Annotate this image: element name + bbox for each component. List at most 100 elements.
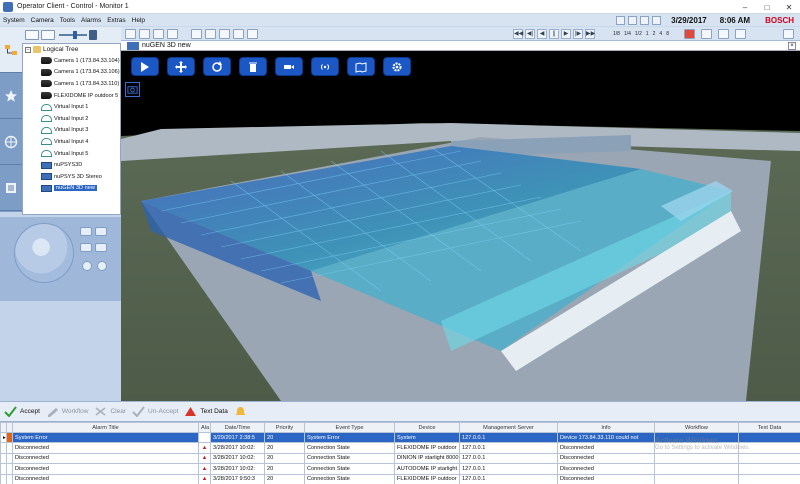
select-button[interactable] <box>131 57 159 76</box>
iris-open-button[interactable] <box>82 261 92 271</box>
tree-item[interactable]: Virtual Input 4 <box>23 136 120 148</box>
tree-item[interactable]: nuPSYS3D <box>23 159 120 171</box>
camera-view-button-3d[interactable] <box>275 57 303 76</box>
layout-4-button[interactable] <box>167 29 178 39</box>
text-data-button[interactable]: Text Data <box>184 406 228 417</box>
camera-view-button[interactable] <box>25 30 39 40</box>
tree-item[interactable]: Camera 1 (173.84.33.106) <box>23 67 120 79</box>
col-info[interactable]: Info <box>557 422 655 433</box>
network-status-icon[interactable] <box>616 15 626 25</box>
col-text-data[interactable]: Text Data <box>738 422 800 433</box>
close-window-button[interactable]: ✕ <box>778 0 800 14</box>
col-alarm-title[interactable]: Alarm Title <box>12 422 199 433</box>
rotate-button[interactable] <box>203 57 231 76</box>
col-alarm-image[interactable]: Ala <box>198 422 211 433</box>
tab-ptz[interactable] <box>0 119 22 165</box>
step-forward-button[interactable]: |▶ <box>573 29 583 39</box>
tree-item[interactable]: Camera 1 (173.84.33.104) <box>23 55 120 67</box>
step-back-button[interactable]: ◀| <box>525 29 535 39</box>
clear-button[interactable]: Clear <box>94 406 126 417</box>
layout-2-button[interactable] <box>139 29 150 39</box>
user-status-icon[interactable] <box>640 15 650 25</box>
col-management-server[interactable]: Management Server <box>459 422 558 433</box>
close-icon[interactable]: × <box>788 41 796 50</box>
tree-item[interactable]: Camera 1 (173.84.33.110) <box>23 78 120 90</box>
table-row[interactable]: Disconnected ▲ 3/28/2017 9:50:3 20 Conne… <box>0 473 800 484</box>
maximize-button[interactable]: □ <box>756 0 778 14</box>
snapshot-toggle[interactable] <box>125 82 140 97</box>
layout-3-button[interactable] <box>153 29 164 39</box>
table-row[interactable]: Disconnected ▲ 3/28/2017 10:02: 20 Conne… <box>0 463 800 475</box>
playback-speed-scale[interactable]: 1/8 1/4 1/2 1 2 4 8 <box>613 29 669 39</box>
iris-close-button[interactable] <box>97 261 107 271</box>
ptz-joystick[interactable] <box>14 223 74 283</box>
focus-far-button[interactable] <box>95 243 107 252</box>
play-button[interactable]: ▶ <box>561 29 571 39</box>
broadcast-icon <box>320 63 330 70</box>
menu-camera[interactable]: Camera <box>28 17 57 24</box>
zoom-out-button[interactable] <box>95 227 107 236</box>
pause-button[interactable]: || <box>549 29 559 39</box>
tab-favorites[interactable] <box>0 73 22 119</box>
table-row[interactable]: Disconnected ▲ 3/28/2017 10:02: 20 Conne… <box>0 452 800 465</box>
print-button[interactable] <box>191 29 202 39</box>
pane-settings-button[interactable] <box>718 29 729 39</box>
col-date-time[interactable]: Date/Time <box>210 422 265 433</box>
menu-alarms[interactable]: Alarms <box>78 17 104 24</box>
tree-item[interactable]: Virtual Input 1 <box>23 101 120 113</box>
unaccept-button[interactable]: Un-Accept <box>132 406 178 417</box>
tree-item[interactable]: Virtual Input 3 <box>23 125 120 137</box>
fullscreen-button[interactable] <box>701 29 712 39</box>
cell-event-type: Connection State <box>304 452 395 465</box>
storage-status-icon[interactable] <box>652 15 662 25</box>
map-layer-button[interactable] <box>347 57 375 76</box>
export-button[interactable] <box>219 29 230 39</box>
collapse-icon[interactable]: − <box>25 46 31 53</box>
sequence-button[interactable] <box>41 30 55 40</box>
rewind-button[interactable]: ◀◀ <box>513 29 523 39</box>
alarm-status-icon[interactable] <box>628 15 638 25</box>
delete-button[interactable] <box>239 57 267 76</box>
tree-root[interactable]: − Logical Tree <box>23 44 120 55</box>
tree-item[interactable]: Virtual Input 2 <box>23 113 120 125</box>
tab-event-list[interactable] <box>0 165 22 211</box>
3d-map-viewer[interactable] <box>121 51 800 401</box>
table-row[interactable]: ▸ System Error ▲ 3/29/2017 2:38:5 20 Sys… <box>0 431 800 444</box>
tree-item[interactable]: Virtual Input 5 <box>23 148 120 160</box>
menu-tools[interactable]: Tools <box>57 17 78 24</box>
accept-button[interactable]: Accept <box>4 406 40 417</box>
record-button[interactable] <box>247 29 258 39</box>
play-reverse-button[interactable]: ◀ <box>537 29 547 39</box>
focus-near-button[interactable] <box>80 243 92 252</box>
alarm-mode-button[interactable] <box>684 29 695 39</box>
tree-item[interactable]: nuPSYS 3D Stereo <box>23 171 120 183</box>
help-button[interactable] <box>735 29 746 39</box>
tree-item-selected[interactable]: nuGEN 3D new <box>23 183 120 195</box>
alarm-sound-button[interactable] <box>234 406 247 417</box>
tab-logical-tree[interactable] <box>0 27 22 73</box>
move-button[interactable] <box>167 57 195 76</box>
col-event-type[interactable]: Event Type <box>304 422 395 433</box>
tree-item[interactable]: FLEXIDOME IP outdoor 5 <box>23 90 120 102</box>
layout-1-button[interactable] <box>125 29 136 39</box>
menu-system[interactable]: System <box>0 17 28 24</box>
favorite-button[interactable] <box>205 29 216 39</box>
menu-extras[interactable]: Extras <box>104 17 128 24</box>
col-priority[interactable]: Priority <box>264 422 305 433</box>
speaker-icon[interactable] <box>89 30 97 40</box>
volume-slider[interactable] <box>59 31 87 39</box>
settings-button[interactable] <box>383 57 411 76</box>
snapshot-button[interactable] <box>233 29 244 39</box>
broadcast-button[interactable] <box>311 57 339 76</box>
fast-forward-button[interactable]: ▶▶ <box>585 29 595 39</box>
image-pane-toolbar: ◀◀ ◀| ◀ || ▶ |▶ ▶▶ 1/8 1/4 1/2 1 2 4 8 <box>121 27 800 41</box>
col-workflow[interactable]: Workflow <box>654 422 739 433</box>
minimize-button[interactable]: – <box>734 0 756 14</box>
close-pane-button[interactable] <box>783 29 794 39</box>
workflow-button[interactable]: Workflow <box>46 406 88 417</box>
menu-help[interactable]: Help <box>129 17 148 24</box>
table-row[interactable]: Disconnected ▲ 3/28/2017 10:02: 20 Conne… <box>0 442 800 454</box>
zoom-in-button[interactable] <box>80 227 92 236</box>
speed-label: 1/4 <box>623 31 631 37</box>
col-device[interactable]: Device <box>394 422 460 433</box>
